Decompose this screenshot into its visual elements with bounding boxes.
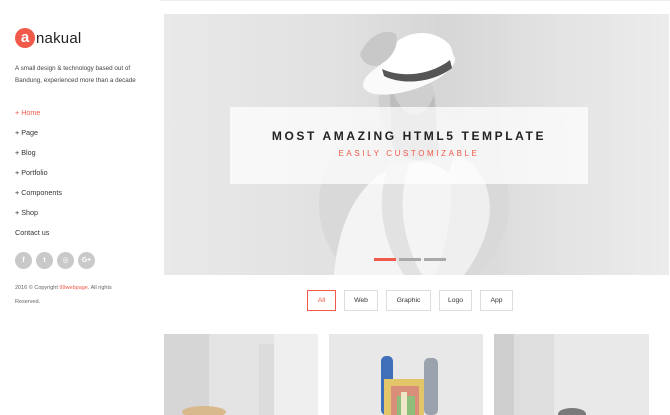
facebook-icon[interactable]: f [15, 252, 32, 269]
logo-text: nakual [36, 29, 82, 47]
main-nav: + Home + Page + Blog + Portfolio + Compo… [15, 108, 62, 248]
portfolio-thumbnail-3 [494, 334, 649, 415]
filter-web-button[interactable]: Web [344, 290, 378, 311]
portfolio-item-3[interactable] [494, 334, 649, 415]
social-links: f t ◎ G+ [15, 252, 95, 269]
top-divider [160, 0, 670, 1]
nav-item-portfolio[interactable]: + Portfolio [15, 168, 62, 188]
portfolio-item-1[interactable] [164, 334, 318, 415]
site-tagline: A small design & technology based out of… [15, 65, 136, 84]
nav-item-components[interactable]: + Components [15, 188, 62, 208]
filter-all-button[interactable]: All [307, 290, 336, 311]
portfolio-thumbnail-2 [329, 334, 483, 415]
nav-item-contact[interactable]: Contact us [15, 228, 62, 248]
dribbble-icon[interactable]: ◎ [57, 252, 74, 269]
filter-app-button[interactable]: App [480, 290, 513, 311]
hero-subtitle: EASILY CUSTOMIZABLE [338, 149, 480, 158]
hero-slider[interactable]: MOST AMAZING HTML5 TEMPLATE EASILY CUSTO… [164, 14, 669, 275]
filter-graphic-button[interactable]: Graphic [386, 290, 431, 311]
copyright-brand-link[interactable]: 99webpage [59, 285, 87, 291]
slider-pagination [374, 258, 446, 261]
portfolio-thumbnail-1 [164, 334, 318, 415]
portfolio-filters: All Web Graphic Logo App [307, 290, 513, 311]
copyright: 2016 © Copyright 99webpage. All rights R… [15, 281, 130, 309]
logo-mark: a [15, 28, 35, 48]
twitter-icon[interactable]: t [36, 252, 53, 269]
hero-title: MOST AMAZING HTML5 TEMPLATE [271, 129, 547, 143]
portfolio-item-2[interactable] [329, 334, 483, 415]
nav-item-page[interactable]: + Page [15, 128, 62, 148]
hero-caption: MOST AMAZING HTML5 TEMPLATE EASILY CUSTO… [230, 107, 588, 184]
nav-item-shop[interactable]: + Shop [15, 208, 62, 228]
google-plus-icon[interactable]: G+ [78, 252, 95, 269]
filter-logo-button[interactable]: Logo [439, 290, 472, 311]
slider-dot-2[interactable] [399, 258, 421, 261]
nav-item-home[interactable]: + Home [15, 108, 62, 128]
site-logo[interactable]: a nakual [15, 28, 81, 48]
nav-item-blog[interactable]: + Blog [15, 148, 62, 168]
slider-dot-1[interactable] [374, 258, 396, 261]
sidebar: a nakual A small design & technology bas… [0, 0, 150, 415]
slider-dot-3[interactable] [424, 258, 446, 261]
copyright-prefix: 2016 © Copyright [15, 285, 60, 291]
